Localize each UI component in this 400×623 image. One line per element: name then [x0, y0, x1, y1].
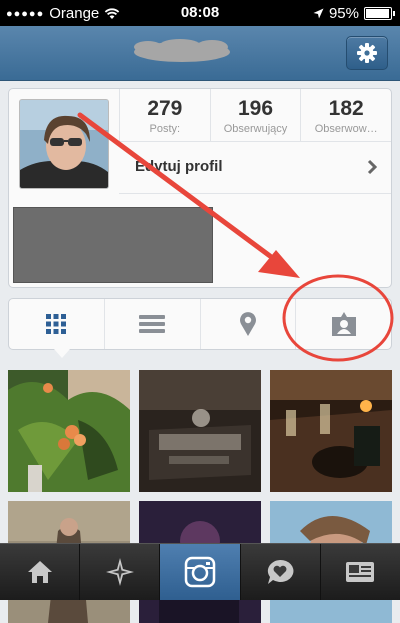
settings-button[interactable]	[346, 36, 388, 70]
photo-thumbnail[interactable]	[8, 370, 130, 492]
edit-profile-button[interactable]: Edytuj profil	[119, 141, 391, 194]
profile-card: 279 Posty: 196 Obserwujący 182 Obserwow……	[8, 88, 392, 288]
profile-photo	[20, 100, 108, 188]
posts-label: Posty:	[149, 123, 181, 135]
tab-camera[interactable]	[159, 544, 240, 600]
battery-fill	[366, 9, 389, 18]
grid-icon	[46, 314, 67, 334]
explore-star-icon	[105, 558, 134, 586]
tab-activity[interactable]	[239, 544, 320, 600]
following-count: 182	[328, 97, 364, 120]
followers-count: 196	[237, 97, 274, 120]
lodz-sign-photo	[139, 370, 261, 492]
avatar[interactable]	[19, 99, 109, 189]
table-candles-photo	[270, 370, 392, 492]
posts-stat[interactable]: 279 Posty:	[119, 89, 210, 141]
active-tab-pointer	[54, 349, 70, 358]
gear-icon	[357, 43, 377, 63]
edit-profile-label: Edytuj profil	[135, 158, 223, 175]
camera-icon	[184, 556, 216, 588]
status-bar: ●●●●● Orange 08:08 95%	[0, 0, 400, 26]
photo-thumbnail[interactable]	[270, 370, 392, 492]
followers-label: Obserwujący	[223, 123, 288, 135]
followers-stat[interactable]: 196 Obserwujący	[209, 89, 301, 141]
location-arrow-icon	[313, 8, 324, 19]
posts-count: 279	[147, 97, 183, 120]
list-icon	[139, 315, 166, 333]
profile-view-tabs	[8, 298, 392, 358]
chevron-right-icon	[367, 159, 377, 175]
tab-tagged-photos[interactable]	[295, 299, 391, 349]
tagged-person-icon	[331, 312, 356, 336]
tab-grid-view[interactable]	[9, 299, 104, 358]
tab-home[interactable]	[0, 544, 79, 600]
battery-icon	[364, 7, 395, 20]
redacted-bio	[13, 207, 213, 283]
nav-bar	[0, 26, 400, 81]
photo-thumbnail[interactable]	[139, 370, 261, 492]
profile-stats: 279 Posty: 196 Obserwujący 182 Obserwow…	[119, 89, 391, 142]
battery-percent: 95%	[328, 5, 359, 22]
tab-list-view[interactable]	[103, 299, 200, 349]
map-pin-icon	[239, 312, 256, 336]
home-icon	[27, 561, 52, 583]
activity-bubble-icon	[268, 559, 294, 584]
redacted-username	[134, 39, 230, 62]
peach-tree-photo	[8, 370, 130, 492]
profile-card-icon	[346, 562, 375, 582]
tab-profile[interactable]	[319, 544, 400, 600]
tab-explore[interactable]	[79, 544, 159, 600]
bottom-tab-bar	[0, 543, 400, 600]
following-stat[interactable]: 182 Obserwow…	[300, 89, 391, 141]
tab-map-view[interactable]	[199, 299, 296, 349]
following-label: Obserwow…	[314, 123, 378, 135]
